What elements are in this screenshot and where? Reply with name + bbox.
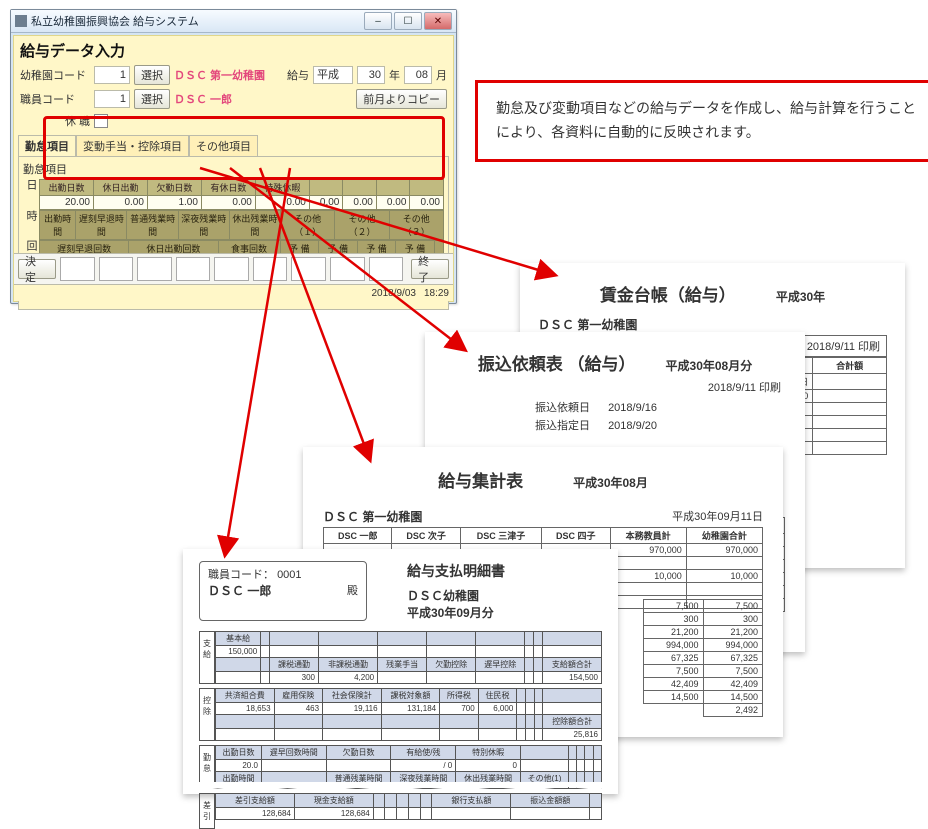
sheet2-printed: 2018/9/11 印刷 <box>449 379 781 395</box>
callout-text: 勤怠及び変動項目などの給与データを作成し、給与計算を行うことにより、各資料に自動… <box>496 100 916 140</box>
payroll-input-window: 私立幼稚園振興協会 給与システム – ☐ ✕ 給与データ入力 幼稚園コード 1 … <box>10 9 457 304</box>
sheet3-title: 給与集計表 <box>438 467 523 492</box>
attn-cell[interactable]: 0.00 <box>343 196 377 210</box>
slot <box>99 257 134 281</box>
sheet4-org: ＤＳＣ幼稚園 <box>407 587 505 604</box>
sheet1-title: 賃金台帳（給与） <box>600 281 736 306</box>
employee-code-label: 職員コード <box>20 91 90 107</box>
attendance-row-1: 出勤日数休日出勤欠勤日数有休日数特殊休暇20.000.001.000.000.0… <box>39 179 444 210</box>
attn-head: その他（１） <box>281 211 335 240</box>
attn-head: その他（３） <box>389 211 443 240</box>
slot <box>176 257 211 281</box>
slot <box>60 257 95 281</box>
attn-head: その他（２） <box>335 211 389 240</box>
sheet4-period: 平成30年09月分 <box>407 604 505 621</box>
sheet4-title: 給与支払明細書 <box>407 561 505 581</box>
sheet3-org: ＤＳＣ 第一幼稚園 <box>323 508 422 525</box>
attn-head <box>376 180 410 196</box>
attn-head: 遅刻早退時間 <box>76 211 127 240</box>
sheet1-period: 平成30年 <box>776 288 825 305</box>
attn-head <box>343 180 377 196</box>
month-field[interactable]: 08 <box>404 66 432 84</box>
slot <box>137 257 172 281</box>
status-date: 2018/9/03 <box>371 288 416 299</box>
decide-button[interactable]: 決 定 <box>18 259 56 279</box>
slot <box>253 257 288 281</box>
kindergarten-select-button[interactable]: 選択 <box>134 65 170 85</box>
highlight-box <box>43 116 445 180</box>
sheet2-req-label: 振込依頼日 <box>535 399 605 415</box>
attn-cell[interactable]: 0.00 <box>255 196 309 210</box>
attn-cell[interactable]: 1.00 <box>147 196 201 210</box>
payslip-employee-box: 職員コード： 0001 ＤＳＣ 一郎 殿 <box>199 561 367 621</box>
close-button[interactable]: ✕ <box>424 12 452 30</box>
row-label-count: 回 <box>23 240 37 251</box>
section-side-label: 控 除 <box>199 688 215 741</box>
sheet2-period: 平成30年08月分 <box>666 357 753 374</box>
bottom-button-bar: 決 定 終 了 <box>14 253 453 284</box>
app-title: 私立幼稚園振興協会 給与システム <box>31 13 364 29</box>
year-field[interactable]: 30 <box>357 66 385 84</box>
attn-head: 欠勤日数 <box>147 180 201 196</box>
status-time: 18:29 <box>424 288 449 299</box>
end-button[interactable]: 終 了 <box>411 259 449 279</box>
attn-head: 出勤日数 <box>40 180 94 196</box>
section-side-label: 差 引 <box>199 793 215 829</box>
screen-title: 給与データ入力 <box>14 36 453 63</box>
sheet2-title: 振込依頼表 （給与） <box>478 350 636 375</box>
copy-prev-month-button[interactable]: 前月よりコピー <box>356 89 447 109</box>
sheet1-org: ＤＳＣ 第一幼稚園 <box>538 316 887 333</box>
slot <box>369 257 404 281</box>
slot <box>291 257 326 281</box>
month-suffix: 月 <box>436 67 447 83</box>
explanation-callout: 勤怠及び変動項目などの給与データを作成し、給与計算を行うことにより、各資料に自動… <box>475 80 928 162</box>
titlebar: 私立幼稚園振興協会 給与システム – ☐ ✕ <box>11 10 456 33</box>
minimize-button[interactable]: – <box>364 12 392 30</box>
sheet2-req-val: 2018/9/16 <box>608 402 657 414</box>
kindergarten-name: ＤＳＣ 第一幼稚園 <box>174 67 265 83</box>
attn-head: 有休日数 <box>201 180 255 196</box>
maximize-button[interactable]: ☐ <box>394 12 422 30</box>
kindergarten-code-field[interactable]: 1 <box>94 66 130 84</box>
attn-head: 普通残業時間 <box>127 211 178 240</box>
attn-cell[interactable]: 20.00 <box>40 196 94 210</box>
attn-head: 深夜残業時間 <box>178 211 229 240</box>
employee-code-field[interactable]: 1 <box>94 90 130 108</box>
sheet3-sidetable: 7,5007,50030030021,20021,200994,000994,0… <box>643 599 763 717</box>
attn-head: 休出残業時間 <box>229 211 280 240</box>
status-bar: 2018/9/03 18:29 <box>14 284 453 301</box>
app-icon <box>15 15 27 27</box>
slot <box>330 257 365 281</box>
report-payslip: 職員コード： 0001 ＤＳＣ 一郎 殿 給与支払明細書 ＤＳＣ幼稚園 平成30… <box>183 549 618 794</box>
sheet3-period: 平成30年08月 <box>573 474 648 491</box>
employee-select-button[interactable]: 選択 <box>134 89 170 109</box>
attn-head: 特殊休暇 <box>255 180 309 196</box>
employee-name: ＤＳＣ 一郎 <box>174 91 232 107</box>
slot <box>214 257 249 281</box>
attn-head <box>309 180 343 196</box>
year-suffix: 年 <box>389 67 400 83</box>
row-label-day: 日 <box>23 179 37 190</box>
attn-cell[interactable]: 0.00 <box>376 196 410 210</box>
sheet2-spec-label: 振込指定日 <box>535 417 605 433</box>
attn-cell[interactable]: 0.00 <box>410 196 444 210</box>
attn-head: 休日出勤 <box>93 180 147 196</box>
attn-head <box>410 180 444 196</box>
attn-head: 出勤時間 <box>40 211 76 240</box>
attn-cell[interactable]: 0.00 <box>93 196 147 210</box>
section-side-label: 支 給 <box>199 631 215 684</box>
row-label-hour: 時 <box>23 210 37 221</box>
sheet3-printed: 平成30年09月11日 <box>672 508 763 525</box>
attn-cell[interactable]: 0.00 <box>309 196 343 210</box>
kindergarten-code-label: 幼稚園コード <box>20 67 90 83</box>
sheet1-printed: 2018/9/11 印刷 <box>801 336 886 356</box>
sheet2-spec-val: 2018/9/20 <box>608 420 657 432</box>
era-field[interactable]: 平成 <box>313 66 353 84</box>
attendance-row-2: 出勤時間遅刻早退時間普通残業時間深夜残業時間休出残業時間その他（１）その他（２）… <box>39 210 444 240</box>
salary-label: 給与 <box>287 67 309 83</box>
attn-cell[interactable]: 0.00 <box>201 196 255 210</box>
